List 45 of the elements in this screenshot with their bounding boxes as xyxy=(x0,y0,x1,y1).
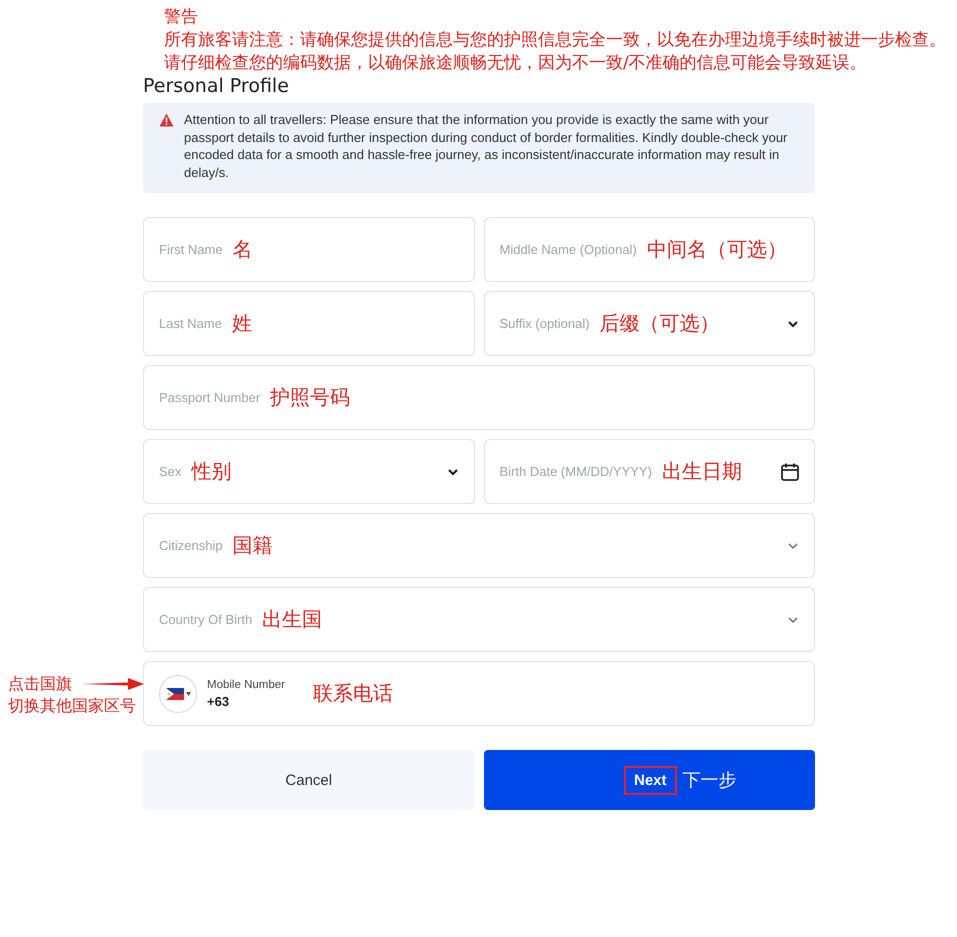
field-placeholder: Sex xyxy=(159,464,182,479)
input-field[interactable]: Passport Number 护照号码 xyxy=(143,365,815,430)
mobile-number-label: Mobile Number xyxy=(207,678,285,690)
next-button[interactable]: Next 下一步 xyxy=(484,750,815,810)
dropdown-field[interactable]: Country Of Birth 出生国 xyxy=(143,587,815,652)
field-placeholder: Birth Date (MM/DD/YYYY) xyxy=(500,464,652,479)
annotation-text: 中间名（可选） xyxy=(646,236,787,263)
annotation-paragraph: 所有旅客请注意：请确保您提供的信息与您的护照信息完全一致，以免在办理边境手续时被进一步检查。请仔细检查您的编码数据，以确保旅途顺畅无忧，因为不一致/不准确的信息可能会导致延误。 xyxy=(164,29,947,75)
annotation-text: 出生国 xyxy=(262,606,322,633)
input-field[interactable]: Middle Name (Optional) 中间名（可选） xyxy=(484,217,815,282)
mobile-number-field[interactable]: Mobile Number +63 联系电话 xyxy=(143,661,815,726)
dropdown-field[interactable]: Sex 性别 xyxy=(143,439,474,504)
annotation-text: 后缀（可选） xyxy=(600,310,720,337)
alert-text: Attention to all travellers: Please ensure that the information you provide is exactly the same with your passport details to avoid further inspection during conduct of border formalities. Kindly double-check your encoded data for a smooth and hassle-free journey, as inconsistent/inaccurate information may result in delay/s. xyxy=(184,111,788,181)
cancel-button[interactable]: Cancel xyxy=(143,750,474,810)
field-placeholder: Country Of Birth xyxy=(159,612,252,627)
field-placeholder: Middle Name (Optional) xyxy=(500,242,637,257)
annotation-text: 性别 xyxy=(191,458,232,485)
input-field[interactable]: First Name 名 xyxy=(143,217,474,282)
warning-icon xyxy=(159,113,174,127)
annotation-text: 姓 xyxy=(232,310,252,337)
annotation-text: 切换其他国家区号 xyxy=(8,695,136,717)
calendar-icon xyxy=(780,462,800,482)
annotation-text: 出生日期 xyxy=(662,458,742,485)
caret-icon xyxy=(186,692,190,696)
field-placeholder: Last Name xyxy=(159,316,222,331)
field-placeholder: Passport Number xyxy=(159,390,260,405)
annotation-text: 联系电话 xyxy=(312,680,393,707)
annotation-text: 国籍 xyxy=(232,532,273,559)
field-placeholder: First Name xyxy=(159,242,223,257)
input-field[interactable]: Last Name 姓 xyxy=(143,291,474,356)
annotation-text: 护照号码 xyxy=(270,384,350,411)
field-placeholder: Citizenship xyxy=(159,538,223,553)
section-title: Personal Profile xyxy=(143,75,290,97)
country-code: +63 xyxy=(207,694,230,708)
dropdown-field[interactable]: Suffix (optional) 后缀（可选） xyxy=(484,291,815,356)
annotation-title: 警告 xyxy=(164,6,199,29)
dropdown-field[interactable]: Citizenship 国籍 xyxy=(143,513,815,578)
date-field[interactable]: Birth Date (MM/DD/YYYY) 出生日期 xyxy=(484,439,815,504)
flag-icon xyxy=(166,688,184,700)
annotation-text: 下一步 xyxy=(682,769,736,792)
field-placeholder: Suffix (optional) xyxy=(500,316,590,331)
annotation-text: 点击国旗 xyxy=(8,673,72,695)
annotation-text: 名 xyxy=(232,236,253,263)
country-flag-selector[interactable] xyxy=(159,674,197,712)
